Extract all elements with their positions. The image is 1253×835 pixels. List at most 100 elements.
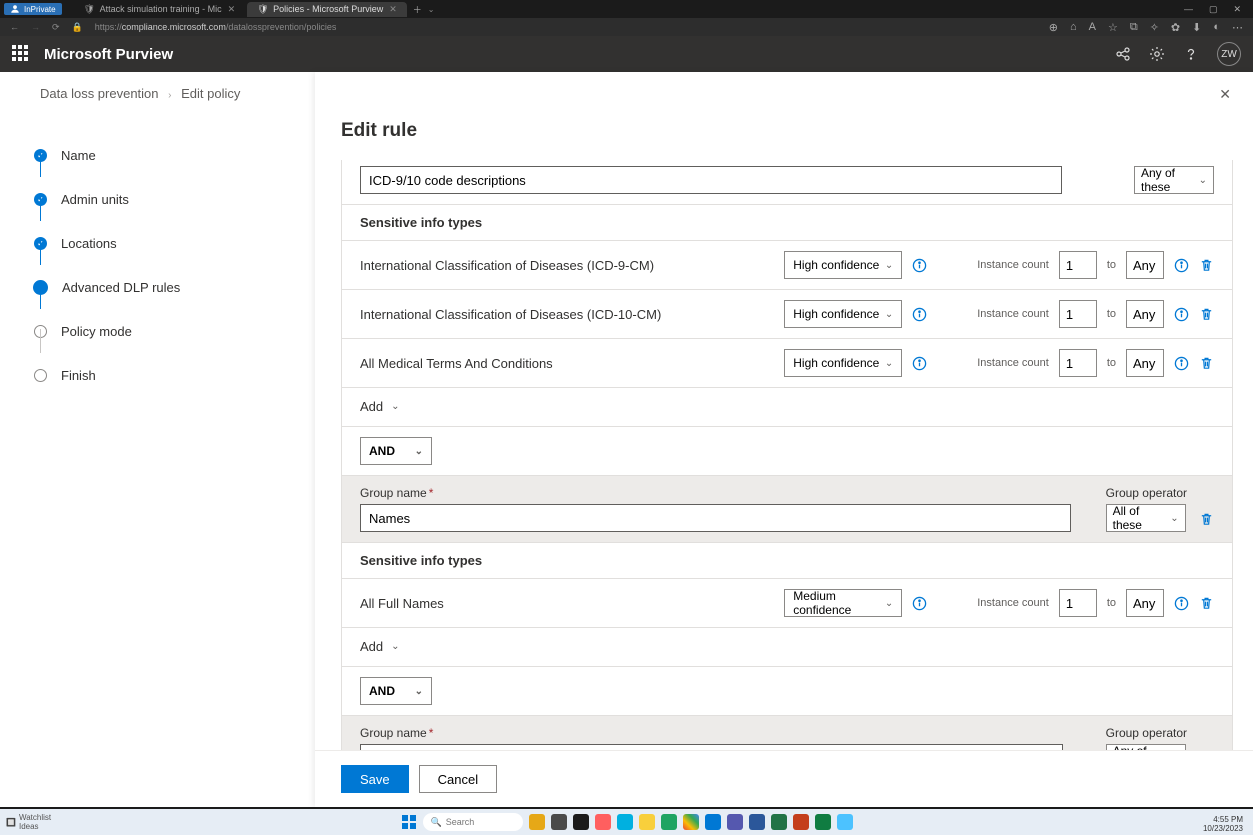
add-button[interactable]: Add⌄ xyxy=(360,399,400,414)
more-icon[interactable]: ⋯ xyxy=(1232,21,1243,34)
taskbar-app-icon[interactable] xyxy=(573,814,589,830)
help-icon[interactable] xyxy=(1183,46,1199,62)
taskbar-app-icon[interactable] xyxy=(529,814,545,830)
group-operator-dropdown[interactable]: All of these⌄ xyxy=(1106,504,1186,532)
sit-row: All Full Names Medium confidence⌄ Instan… xyxy=(342,578,1232,627)
logical-operator-dropdown[interactable]: AND⌄ xyxy=(360,437,432,465)
app-header: Microsoft Purview ZW xyxy=(0,36,1253,72)
tab-menu-icon[interactable]: ⌄ xyxy=(428,5,435,14)
confidence-dropdown[interactable]: Medium confidence⌄ xyxy=(784,589,902,617)
step-advanced-dlp-rules[interactable]: Advanced DLP rules xyxy=(34,265,281,309)
info-icon[interactable] xyxy=(1174,596,1189,611)
start-icon[interactable] xyxy=(401,814,417,830)
group-name-input[interactable] xyxy=(360,504,1071,532)
home-icon[interactable]: ⌂ xyxy=(1070,21,1077,34)
watchlist-widget[interactable]: 🔲 WatchlistIdeas xyxy=(6,813,51,831)
taskbar-app-icon[interactable] xyxy=(705,814,721,830)
group-name-input[interactable] xyxy=(360,166,1062,194)
minimize-icon[interactable]: — xyxy=(1184,4,1193,15)
step-admin-units[interactable]: Admin units xyxy=(34,177,281,221)
instance-from-input[interactable] xyxy=(1059,589,1097,617)
back-icon[interactable]: ← xyxy=(10,22,19,32)
info-icon[interactable] xyxy=(912,356,927,371)
trash-icon[interactable] xyxy=(1199,356,1214,371)
breadcrumb-root[interactable]: Data loss prevention xyxy=(40,86,159,101)
browser-toolbar: ← → ⟳ 🔒 https://compliance.microsoft.com… xyxy=(0,18,1253,36)
chevron-down-icon: ⌄ xyxy=(391,401,399,412)
waffle-icon[interactable] xyxy=(12,45,30,63)
taskbar-app-icon[interactable] xyxy=(683,814,699,830)
step-name[interactable]: Name xyxy=(34,133,281,177)
info-icon[interactable] xyxy=(1174,258,1189,273)
chevron-down-icon: ⌄ xyxy=(1170,513,1178,524)
instance-to-input[interactable] xyxy=(1126,300,1164,328)
info-icon[interactable] xyxy=(912,258,927,273)
confidence-dropdown[interactable]: High confidence⌄ xyxy=(784,300,902,328)
trash-icon[interactable] xyxy=(1199,596,1214,611)
step-finish[interactable]: Finish xyxy=(34,353,281,397)
taskbar-clock[interactable]: 4:55 PM 10/23/2023 xyxy=(1203,815,1243,833)
rule-scroll[interactable]: Any of these⌄ Sensitive info types Inter… xyxy=(315,160,1253,750)
trash-icon[interactable] xyxy=(1199,307,1214,322)
share-icon[interactable] xyxy=(1115,46,1131,62)
browser-tab[interactable]: 🛡 Attack simulation training - Mic ✕ xyxy=(74,2,246,17)
group-operator-dropdown[interactable]: Any of these⌄ xyxy=(1134,166,1214,194)
favorite-icon[interactable]: ☆ xyxy=(1108,21,1118,34)
collections-icon[interactable]: ✧ xyxy=(1150,21,1159,34)
instance-from-input[interactable] xyxy=(1059,300,1097,328)
trash-icon[interactable] xyxy=(1199,258,1214,273)
taskbar-app-icon[interactable] xyxy=(661,814,677,830)
taskbar-app-icon[interactable] xyxy=(771,814,787,830)
instance-to-input[interactable] xyxy=(1126,589,1164,617)
instance-from-input[interactable] xyxy=(1059,349,1097,377)
close-icon[interactable]: ✕ xyxy=(228,4,236,15)
save-button[interactable]: Save xyxy=(341,765,409,793)
info-icon[interactable] xyxy=(912,307,927,322)
close-window-icon[interactable]: ✕ xyxy=(1233,4,1241,15)
taskbar-app-icon[interactable] xyxy=(837,814,853,830)
extensions-icon[interactable]: ✿ xyxy=(1171,21,1180,34)
add-button[interactable]: Add⌄ xyxy=(360,639,400,654)
url[interactable]: https://compliance.microsoft.com/datalos… xyxy=(95,22,337,32)
taskbar-app-icon[interactable] xyxy=(727,814,743,830)
sidebar: Data loss prevention › Edit policy Name … xyxy=(0,72,315,807)
instance-to-input[interactable] xyxy=(1126,349,1164,377)
zoom-icon[interactable]: ⊕ xyxy=(1049,21,1058,34)
info-icon[interactable] xyxy=(912,596,927,611)
maximize-icon[interactable]: ▢ xyxy=(1209,4,1218,15)
search-input[interactable]: 🔍 Search xyxy=(423,813,523,831)
trash-icon[interactable] xyxy=(1199,512,1214,527)
a-icon[interactable]: A xyxy=(1089,21,1096,34)
download-icon[interactable]: ⬇ xyxy=(1192,21,1201,34)
logical-operator-dropdown[interactable]: AND⌄ xyxy=(360,677,432,705)
info-icon[interactable] xyxy=(1174,356,1189,371)
taskbar-app-icon[interactable] xyxy=(793,814,809,830)
tab-actions-icon[interactable]: ⧉ xyxy=(1130,21,1138,34)
chevron-down-icon: ⌄ xyxy=(415,446,423,457)
browser-tab[interactable]: 🛡 Policies - Microsoft Purview ✕ xyxy=(247,2,407,17)
instance-to-input[interactable] xyxy=(1126,251,1164,279)
taskbar-app-icon[interactable] xyxy=(617,814,633,830)
refresh-icon[interactable]: ⟳ xyxy=(52,22,60,33)
gear-icon[interactable] xyxy=(1149,46,1165,62)
step-locations[interactable]: Locations xyxy=(34,221,281,265)
taskbar-app-icon[interactable] xyxy=(551,814,567,830)
copilot-icon[interactable]: ◐ xyxy=(1213,21,1220,34)
info-icon[interactable] xyxy=(1174,307,1189,322)
avatar[interactable]: ZW xyxy=(1217,42,1241,66)
forward-icon: → xyxy=(31,22,40,32)
step-policy-mode[interactable]: Policy mode xyxy=(34,309,281,353)
taskbar-app-icon[interactable] xyxy=(595,814,611,830)
taskbar-app-icon[interactable] xyxy=(749,814,765,830)
instance-from-input[interactable] xyxy=(1059,251,1097,279)
confidence-dropdown[interactable]: High confidence⌄ xyxy=(784,349,902,377)
close-panel-button[interactable]: ✕ xyxy=(1219,86,1231,103)
taskbar-app-icon[interactable] xyxy=(639,814,655,830)
new-tab-button[interactable]: ＋ xyxy=(413,3,422,16)
confidence-dropdown[interactable]: High confidence⌄ xyxy=(784,251,902,279)
browser-titlebar: InPrivate 🛡 Attack simulation training -… xyxy=(0,0,1253,18)
close-icon[interactable]: ✕ xyxy=(389,4,397,15)
chevron-down-icon: ⌄ xyxy=(885,260,893,271)
cancel-button[interactable]: Cancel xyxy=(419,765,497,793)
taskbar-app-icon[interactable] xyxy=(815,814,831,830)
